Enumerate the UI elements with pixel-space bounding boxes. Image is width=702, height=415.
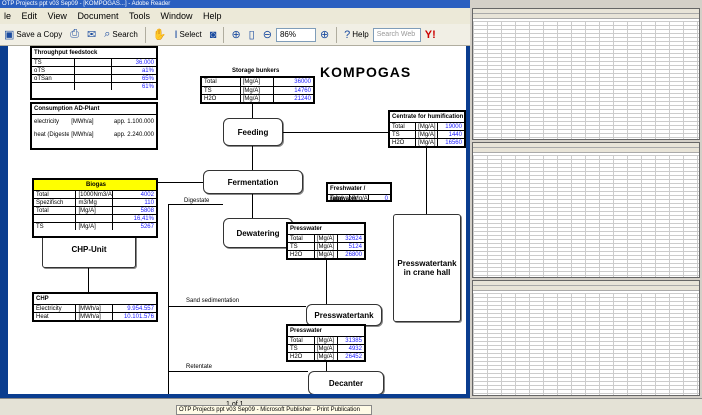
menu-edit[interactable]: Edit <box>18 8 42 24</box>
label-sand: Sand sedimentation <box>186 298 240 304</box>
process-decanter: Decanter <box>308 371 384 394</box>
kompogas-logo: KOMPOGAS <box>320 64 412 80</box>
spreadsheet-window-3[interactable] <box>472 280 700 396</box>
hand-tool-button[interactable]: ✋ <box>149 26 171 44</box>
plus-icon: ⊕ <box>319 29 330 41</box>
menu-document[interactable]: Document <box>73 8 122 24</box>
centrate-table: Centrate for humification Total [Mg/A] 190… <box>388 110 466 148</box>
consumption-table: Consumption AD-Plant electricity [MWh/a] a… <box>30 102 158 150</box>
spreadsheet-window-2[interactable] <box>472 142 700 278</box>
print-button[interactable]: ⎙ <box>66 26 83 44</box>
save-copy-button[interactable]: ▣ Save a Copy <box>0 26 66 44</box>
menu-view[interactable]: View <box>44 8 71 24</box>
cursor-icon: I <box>174 28 178 41</box>
menu-tools[interactable]: Tools <box>125 8 154 24</box>
zoom-out-button[interactable]: ⊖ <box>259 26 276 44</box>
menu-help[interactable]: Help <box>199 8 226 24</box>
label-retentate: Retentate <box>186 364 213 370</box>
storage-bunkers-table: Total [Mg/A] 36000 TS [Mg/A] 14760 H2O [Mg/A]… <box>200 76 315 104</box>
snapshot-button[interactable]: ◙ <box>206 26 221 44</box>
biogas-table: Biogas Total [1000Nm3/A] 4002 Spezifisch m3… <box>32 178 158 238</box>
menu-file[interactable]: le <box>0 8 15 24</box>
help-icon: ? <box>344 28 351 41</box>
freshwater-table: Freshwater / rainwater Total[Mg/A]0 <box>326 182 392 202</box>
email-icon: ✉ <box>87 29 97 41</box>
zoom-icon: ⊕ <box>231 29 241 41</box>
search-web-input[interactable]: Search Web <box>372 27 421 42</box>
save-icon: ▣ <box>4 29 15 41</box>
zoom-plus-button[interactable]: ⊕ <box>316 26 333 44</box>
menu-bar: le Edit View Document Tools Window Help <box>0 8 470 24</box>
menu-window[interactable]: Window <box>157 8 197 24</box>
email-button[interactable]: ✉ <box>83 26 100 44</box>
process-crane-hall: Presswatertank in crane hall <box>393 214 461 322</box>
spreadsheet-window-1[interactable] <box>472 8 700 140</box>
help-button[interactable]: ? Help <box>340 26 373 44</box>
chp-table: CHP Electricity [MWh/a] 9.954.557 Heat [MWh… <box>32 292 158 322</box>
fit-page-button[interactable]: ▯ <box>245 26 259 44</box>
bunkers-title: Storage bunkers <box>232 68 280 74</box>
zoom-in-button[interactable]: ⊕ <box>227 26 244 44</box>
binoculars-icon: ⌕ <box>104 28 111 40</box>
throughput-table: Throughput feedstock TS 36.000 oTS a1% oTS… <box>30 46 158 100</box>
presswater-table-2: Presswater Total [Mg/A] 31385 TS [Mg/A] 4932… <box>286 324 366 362</box>
hand-icon: ✋ <box>152 29 167 41</box>
toolbar: ▣ Save a Copy ⎙ ✉ ⌕ Search ✋ I Select ◙ ⊕ ▯… <box>0 24 470 46</box>
print-icon: ⎙ <box>70 28 80 40</box>
process-feeding: Feeding <box>223 118 283 146</box>
yahoo-icon[interactable]: Y! <box>425 29 436 41</box>
excel-thumbnails <box>470 0 702 398</box>
zoom-input[interactable]: 86% <box>275 27 316 42</box>
camera-icon: ◙ <box>209 28 217 41</box>
process-dewatering: Dewatering <box>223 218 293 248</box>
select-button[interactable]: I Select <box>170 26 205 44</box>
status-popup: OTP Projects ppt v03 Sep09 - Microsoft P… <box>176 405 372 415</box>
zoom-out-icon: ⊖ <box>262 29 272 41</box>
search-button[interactable]: ⌕ Search <box>100 26 142 44</box>
page-icon: ▯ <box>248 29 255 41</box>
presswater-table-1: Presswater Total [Mg/A] 32624 TS [Mg/A] 5124… <box>286 222 366 260</box>
process-fermentation: Fermentation <box>203 170 303 194</box>
process-presswatertank: Presswatertank <box>306 304 382 326</box>
document-canvas: KOMPOGAS Throughput feedstock TS 36.000 o… <box>8 46 466 394</box>
